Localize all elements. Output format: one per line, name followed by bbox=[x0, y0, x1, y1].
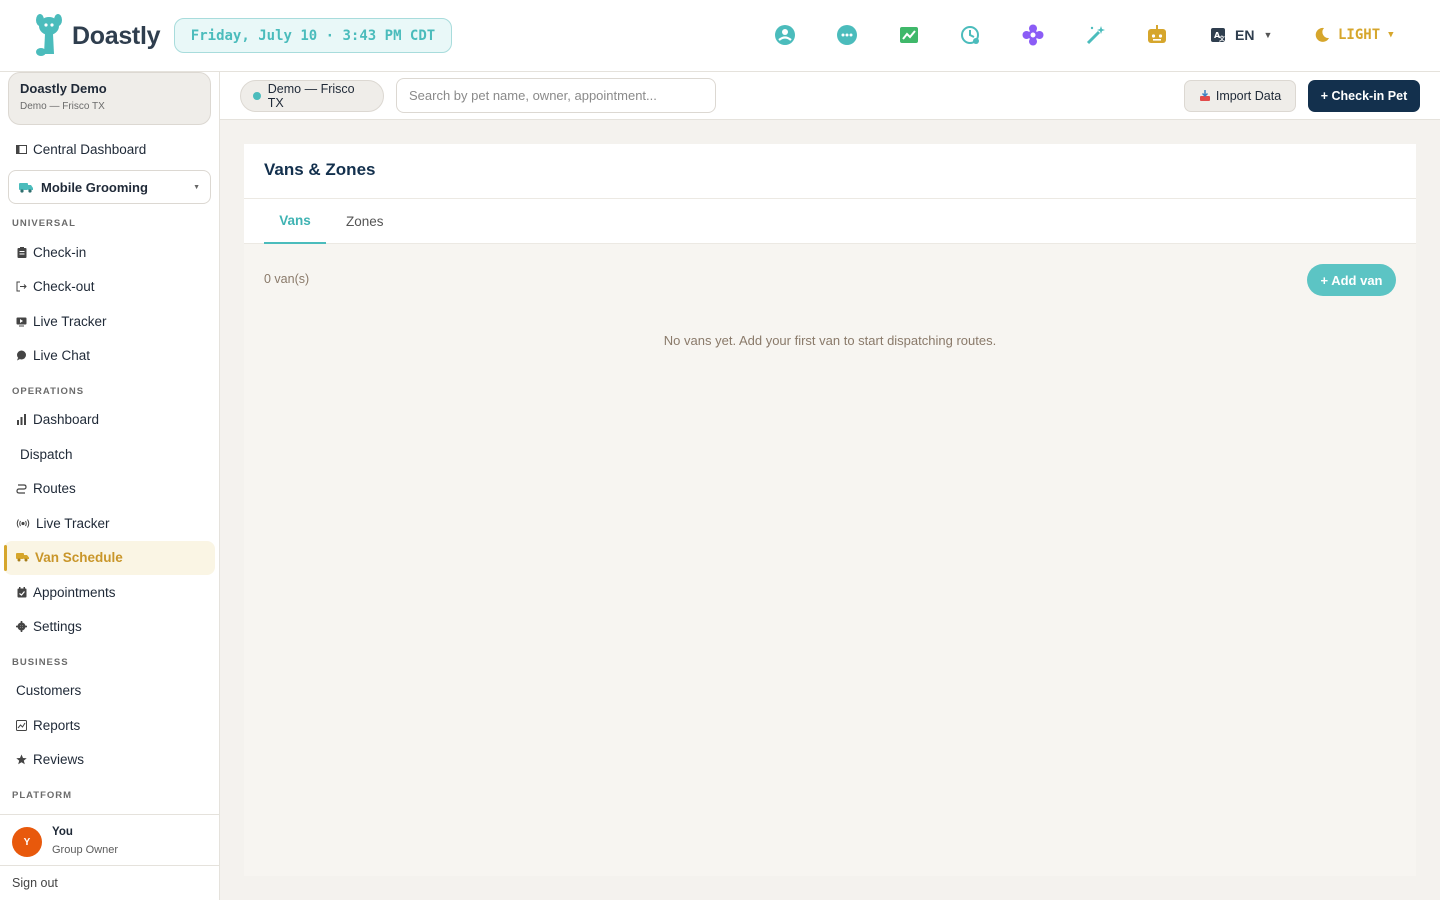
sidebar-item-central-dashboard[interactable]: Central Dashboard bbox=[16, 139, 146, 159]
business-type-select[interactable]: Mobile Grooming ▼ bbox=[8, 170, 211, 204]
org-location: Demo — Frisco TX bbox=[20, 101, 105, 112]
sidebar-item-live-tracker-ops[interactable]: Live Tracker bbox=[16, 513, 110, 533]
gear-icon bbox=[16, 620, 27, 632]
sidebar-item-routes[interactable]: Routes bbox=[16, 478, 76, 498]
tab-bar: Vans Zones bbox=[244, 199, 1416, 244]
sidebar-item-dispatch[interactable]: Dispatch bbox=[20, 444, 73, 464]
sidebar-item-label: Check-in bbox=[33, 244, 87, 260]
app-name: Doastly bbox=[72, 21, 161, 50]
bar-chart-icon bbox=[16, 413, 27, 425]
sidebar-item-van-schedule[interactable]: Van Schedule bbox=[16, 547, 123, 567]
sidebar-item-check-out[interactable]: Check-out bbox=[16, 276, 95, 296]
org-name: Doastly Demo bbox=[20, 81, 107, 96]
dog-logo-icon bbox=[36, 14, 62, 56]
theme-label: LIGHT bbox=[1338, 27, 1381, 43]
date-time-display: Friday, July 10 · 3:43 PM CDT bbox=[174, 18, 452, 53]
dashboard-icon bbox=[16, 144, 27, 155]
chevron-down-icon: ▼ bbox=[1388, 30, 1394, 40]
sidebar-item-label: Appointments bbox=[33, 584, 116, 600]
add-van-button[interactable]: + Add van bbox=[1307, 264, 1396, 296]
sidebar-item-label: Check-out bbox=[33, 278, 95, 294]
van-icon bbox=[16, 552, 29, 563]
report-icon bbox=[16, 719, 27, 731]
section-label-platform: PLATFORM bbox=[12, 790, 73, 801]
active-item-indicator bbox=[4, 545, 7, 571]
chat-bubble-icon bbox=[16, 350, 27, 361]
sidebar-item-settings[interactable]: Settings bbox=[16, 616, 82, 636]
route-icon bbox=[16, 483, 27, 494]
vans-zones-panel: Vans & Zones Vans Zones 0 van(s) + Add v… bbox=[244, 144, 1416, 876]
sidebar-item-label: Live Tracker bbox=[33, 313, 107, 329]
users-icon[interactable] bbox=[772, 22, 798, 48]
inbox-icon bbox=[1199, 90, 1210, 101]
sidebar-item-appointments[interactable]: Appointments bbox=[16, 582, 116, 602]
chevron-down-icon: ▼ bbox=[1263, 30, 1273, 40]
sidebar-item-label: Van Schedule bbox=[35, 549, 123, 565]
location-selector[interactable]: Demo — Frisco TX bbox=[240, 80, 384, 112]
page-title: Vans & Zones bbox=[244, 144, 1416, 199]
star-icon bbox=[16, 754, 27, 765]
calendar-icon bbox=[16, 586, 27, 598]
sidebar-item-label: Dispatch bbox=[20, 446, 73, 462]
van-count: 0 van(s) bbox=[264, 272, 310, 286]
broadcast-icon bbox=[16, 518, 30, 529]
user-role: Group Owner bbox=[52, 844, 119, 856]
chat-icon[interactable] bbox=[834, 22, 860, 48]
sidebar-item-reports[interactable]: Reports bbox=[16, 715, 80, 735]
sidebar-item-live-tracker[interactable]: Live Tracker bbox=[16, 311, 107, 331]
empty-state-message: No vans yet. Add your first van to start… bbox=[663, 333, 997, 348]
user-profile[interactable]: Y You Group Owner bbox=[0, 814, 219, 866]
translate-icon: A文 bbox=[1211, 28, 1226, 43]
sidebar-item-live-chat[interactable]: Live Chat bbox=[16, 345, 90, 365]
location-label: Demo — Frisco TX bbox=[267, 82, 355, 110]
video-icon bbox=[16, 316, 27, 327]
search-input[interactable] bbox=[396, 78, 716, 113]
flower-icon[interactable] bbox=[1020, 22, 1046, 48]
section-label-operations: OPERATIONS bbox=[12, 386, 85, 397]
sidebar-item-label: Central Dashboard bbox=[33, 141, 147, 157]
van-icon bbox=[19, 182, 33, 193]
user-name: You bbox=[52, 826, 73, 838]
sidebar-item-label: Dashboard bbox=[33, 411, 100, 427]
moon-icon bbox=[1315, 27, 1329, 42]
sidebar-item-label: Customers bbox=[16, 682, 82, 698]
sign-out-link[interactable]: Sign out bbox=[0, 865, 219, 900]
top-bar: Doastly Friday, July 10 · 3:43 PM CDT A文… bbox=[0, 0, 1440, 72]
sidebar-item-label: Reports bbox=[33, 717, 81, 733]
tab-zones[interactable]: Zones bbox=[346, 199, 384, 244]
section-label-universal: UNIVERSAL bbox=[12, 218, 76, 229]
exit-icon bbox=[16, 281, 27, 292]
sidebar-item-label: Live Chat bbox=[33, 347, 91, 363]
chart-icon[interactable] bbox=[896, 22, 922, 48]
sidebar-item-customers[interactable]: Customers bbox=[16, 680, 81, 700]
language-label: EN bbox=[1235, 27, 1255, 43]
clock-icon[interactable] bbox=[958, 22, 984, 48]
import-data-label: Import Data bbox=[1215, 89, 1282, 103]
status-dot-icon bbox=[253, 92, 261, 100]
check-in-pet-button[interactable]: + Check-in Pet bbox=[1308, 80, 1420, 112]
language-selector[interactable]: A文 EN ▼ bbox=[1210, 22, 1272, 48]
sidebar-item-label: Live Tracker bbox=[36, 515, 110, 531]
sidebar: Doastly Demo Demo — Frisco TX Central Da… bbox=[0, 72, 220, 900]
logo[interactable]: Doastly bbox=[32, 14, 161, 58]
tab-vans[interactable]: Vans bbox=[264, 199, 326, 244]
org-switcher[interactable]: Doastly Demo Demo — Frisco TX bbox=[8, 72, 211, 125]
sidebar-item-dashboard[interactable]: Dashboard bbox=[16, 409, 99, 429]
business-type-label: Mobile Grooming bbox=[41, 179, 148, 195]
section-label-business: BUSINESS bbox=[12, 657, 69, 668]
avatar: Y bbox=[12, 827, 42, 857]
sidebar-item-reviews[interactable]: Reviews bbox=[16, 749, 84, 769]
sidebar-item-label: Settings bbox=[33, 618, 82, 634]
svg-text:文: 文 bbox=[1218, 35, 1226, 43]
magic-wand-icon[interactable] bbox=[1082, 22, 1108, 48]
robot-icon[interactable] bbox=[1144, 22, 1170, 48]
clipboard-icon bbox=[16, 246, 27, 258]
sidebar-item-label: Reviews bbox=[33, 751, 85, 767]
sidebar-item-label: Routes bbox=[33, 480, 76, 496]
theme-selector[interactable]: LIGHT ▼ bbox=[1314, 22, 1394, 48]
import-data-button[interactable]: Import Data bbox=[1184, 80, 1296, 112]
sub-header: Demo — Frisco TX Import Data + Check-in … bbox=[220, 72, 1440, 120]
sidebar-item-check-in[interactable]: Check-in bbox=[16, 242, 86, 262]
chevron-down-icon: ▼ bbox=[193, 183, 200, 191]
